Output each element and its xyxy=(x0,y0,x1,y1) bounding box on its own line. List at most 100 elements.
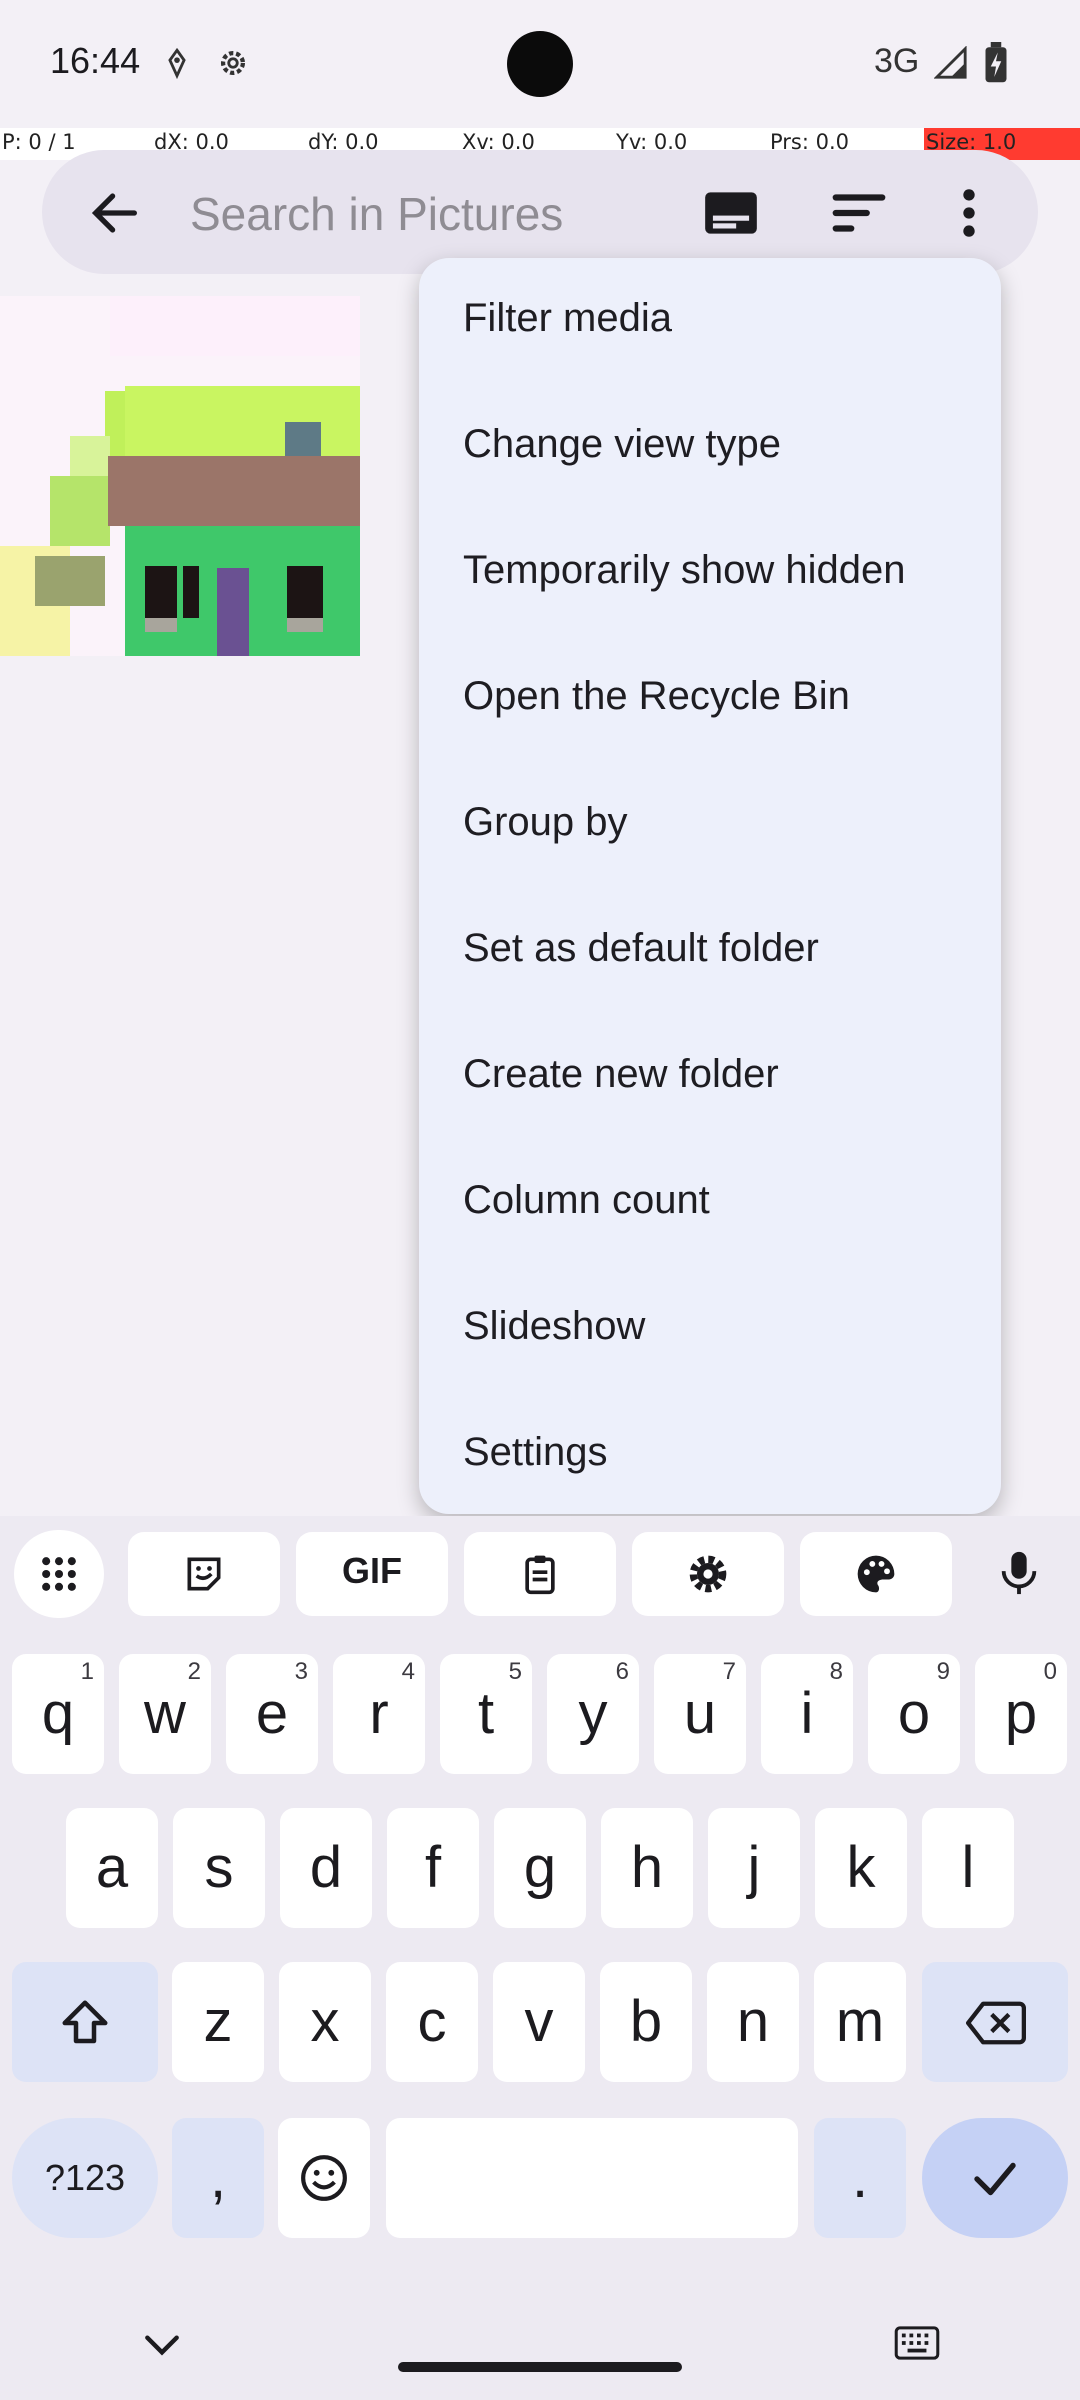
navigation-bar xyxy=(0,2280,1080,2400)
check-icon xyxy=(974,2162,1016,2196)
menu-item-create-folder[interactable]: Create new folder xyxy=(419,1014,1001,1140)
key-d[interactable]: d xyxy=(280,1808,372,1928)
key-t[interactable]: t5 xyxy=(440,1654,532,1774)
key-s[interactable]: s xyxy=(173,1808,265,1928)
menu-item-show-hidden[interactable]: Temporarily show hidden xyxy=(419,510,1001,636)
status-bar: 16:44 3G xyxy=(0,0,1080,128)
menu-item-label: Settings xyxy=(463,1430,608,1474)
backspace-key[interactable] xyxy=(922,1962,1068,2082)
sticker-key[interactable] xyxy=(128,1532,280,1616)
debug-pointer: P: 0 / 1 xyxy=(2,130,76,154)
location-icon xyxy=(168,47,186,80)
key-b[interactable]: b xyxy=(600,1962,692,2082)
menu-item-label: Temporarily show hidden xyxy=(463,548,906,592)
back-arrow-icon[interactable] xyxy=(86,178,144,248)
key-a[interactable]: a xyxy=(66,1808,158,1928)
sticker-icon xyxy=(187,1557,221,1591)
backspace-icon xyxy=(966,2001,1026,2045)
key-hint: 5 xyxy=(508,1658,522,1685)
menu-item-label: Slideshow xyxy=(463,1304,646,1348)
menu-item-label: Set as default folder xyxy=(463,926,819,970)
menu-item-settings[interactable]: Settings xyxy=(419,1392,1001,1518)
menu-item-label: Filter media xyxy=(463,296,672,340)
key-m[interactable]: m xyxy=(814,1962,906,2082)
menu-item-column-count[interactable]: Column count xyxy=(419,1140,1001,1266)
key-hint: 7 xyxy=(722,1658,736,1685)
key-x[interactable]: x xyxy=(279,1962,371,2082)
key-j[interactable]: j xyxy=(708,1808,800,1928)
settings-status-icon xyxy=(220,50,246,76)
key-n[interactable]: n xyxy=(707,1962,799,2082)
menu-item-filter-media[interactable]: Filter media xyxy=(419,258,1001,384)
space-key[interactable] xyxy=(386,2118,798,2238)
clipboard-icon xyxy=(525,1555,555,1595)
apps-grid-icon xyxy=(42,1557,76,1591)
status-time: 16:44 xyxy=(50,40,141,81)
key-hint: 6 xyxy=(615,1658,629,1685)
gif-label: GIF xyxy=(342,1550,402,1591)
hide-keyboard-icon[interactable] xyxy=(140,2330,184,2360)
key-p[interactable]: p0 xyxy=(975,1654,1067,1774)
camera-cutout xyxy=(507,31,573,97)
sort-icon[interactable] xyxy=(828,182,890,244)
keyboard-settings-key[interactable] xyxy=(632,1532,784,1616)
menu-item-label: Column count xyxy=(463,1178,710,1222)
key-f[interactable]: f xyxy=(387,1808,479,1928)
apps-grid-key[interactable] xyxy=(14,1530,104,1618)
key-w[interactable]: w2 xyxy=(119,1654,211,1774)
clipboard-key[interactable] xyxy=(464,1532,616,1616)
keyboard-switch-icon[interactable] xyxy=(894,2326,940,2360)
key-hint: 2 xyxy=(187,1658,201,1685)
emoji-key[interactable] xyxy=(278,2118,370,2238)
key-hint: 8 xyxy=(829,1658,843,1685)
key-h[interactable]: h xyxy=(601,1808,693,1928)
shift-key[interactable] xyxy=(12,1962,158,2082)
key-k[interactable]: k xyxy=(815,1808,907,1928)
symbols-key[interactable]: ?123 xyxy=(12,2118,158,2238)
search-input[interactable] xyxy=(188,178,672,250)
key-l[interactable]: l xyxy=(922,1808,1014,1928)
menu-item-label: Create new folder xyxy=(463,1052,779,1096)
menu-item-label: Open the Recycle Bin xyxy=(463,674,850,718)
menu-item-recycle-bin[interactable]: Open the Recycle Bin xyxy=(419,636,1001,762)
media-thumbnail[interactable] xyxy=(0,296,360,656)
emoji-icon xyxy=(301,2155,347,2201)
settings-icon xyxy=(689,1555,727,1593)
enter-key[interactable] xyxy=(922,2118,1068,2238)
keyboard xyxy=(0,1516,1080,2400)
key-q[interactable]: q1 xyxy=(12,1654,104,1774)
signal-icon xyxy=(934,46,967,79)
key-r[interactable]: r4 xyxy=(333,1654,425,1774)
shift-icon xyxy=(62,2000,108,2044)
key-y[interactable]: y6 xyxy=(547,1654,639,1774)
mic-icon[interactable] xyxy=(996,1548,1042,1598)
menu-item-change-view-type[interactable]: Change view type xyxy=(419,384,1001,510)
key-u[interactable]: u7 xyxy=(654,1654,746,1774)
key-hint: 9 xyxy=(936,1658,950,1685)
menu-item-default-folder[interactable]: Set as default folder xyxy=(419,888,1001,1014)
period-key[interactable]: . xyxy=(814,2118,906,2238)
comma-key[interactable]: , xyxy=(172,2118,264,2238)
view-type-icon[interactable] xyxy=(700,182,762,244)
key-hint: 0 xyxy=(1043,1658,1057,1685)
more-options-icon[interactable] xyxy=(938,182,1000,244)
theme-key[interactable] xyxy=(800,1532,952,1616)
overflow-menu: Filter media Change view type Temporaril… xyxy=(419,258,1001,1514)
home-indicator[interactable] xyxy=(398,2362,682,2372)
key-i[interactable]: i8 xyxy=(761,1654,853,1774)
key-hint: 4 xyxy=(401,1658,415,1685)
gif-key[interactable]: GIF xyxy=(296,1532,448,1616)
menu-item-group-by[interactable]: Group by xyxy=(419,762,1001,888)
network-type: 3G xyxy=(874,42,920,80)
key-z[interactable]: z xyxy=(172,1962,264,2082)
palette-icon xyxy=(857,1555,895,1593)
menu-item-label: Group by xyxy=(463,800,628,844)
battery-icon xyxy=(985,42,1007,83)
key-hint: 3 xyxy=(294,1658,308,1685)
key-o[interactable]: o9 xyxy=(868,1654,960,1774)
key-e[interactable]: e3 xyxy=(226,1654,318,1774)
key-c[interactable]: c xyxy=(386,1962,478,2082)
key-v[interactable]: v xyxy=(493,1962,585,2082)
key-g[interactable]: g xyxy=(494,1808,586,1928)
menu-item-slideshow[interactable]: Slideshow xyxy=(419,1266,1001,1392)
